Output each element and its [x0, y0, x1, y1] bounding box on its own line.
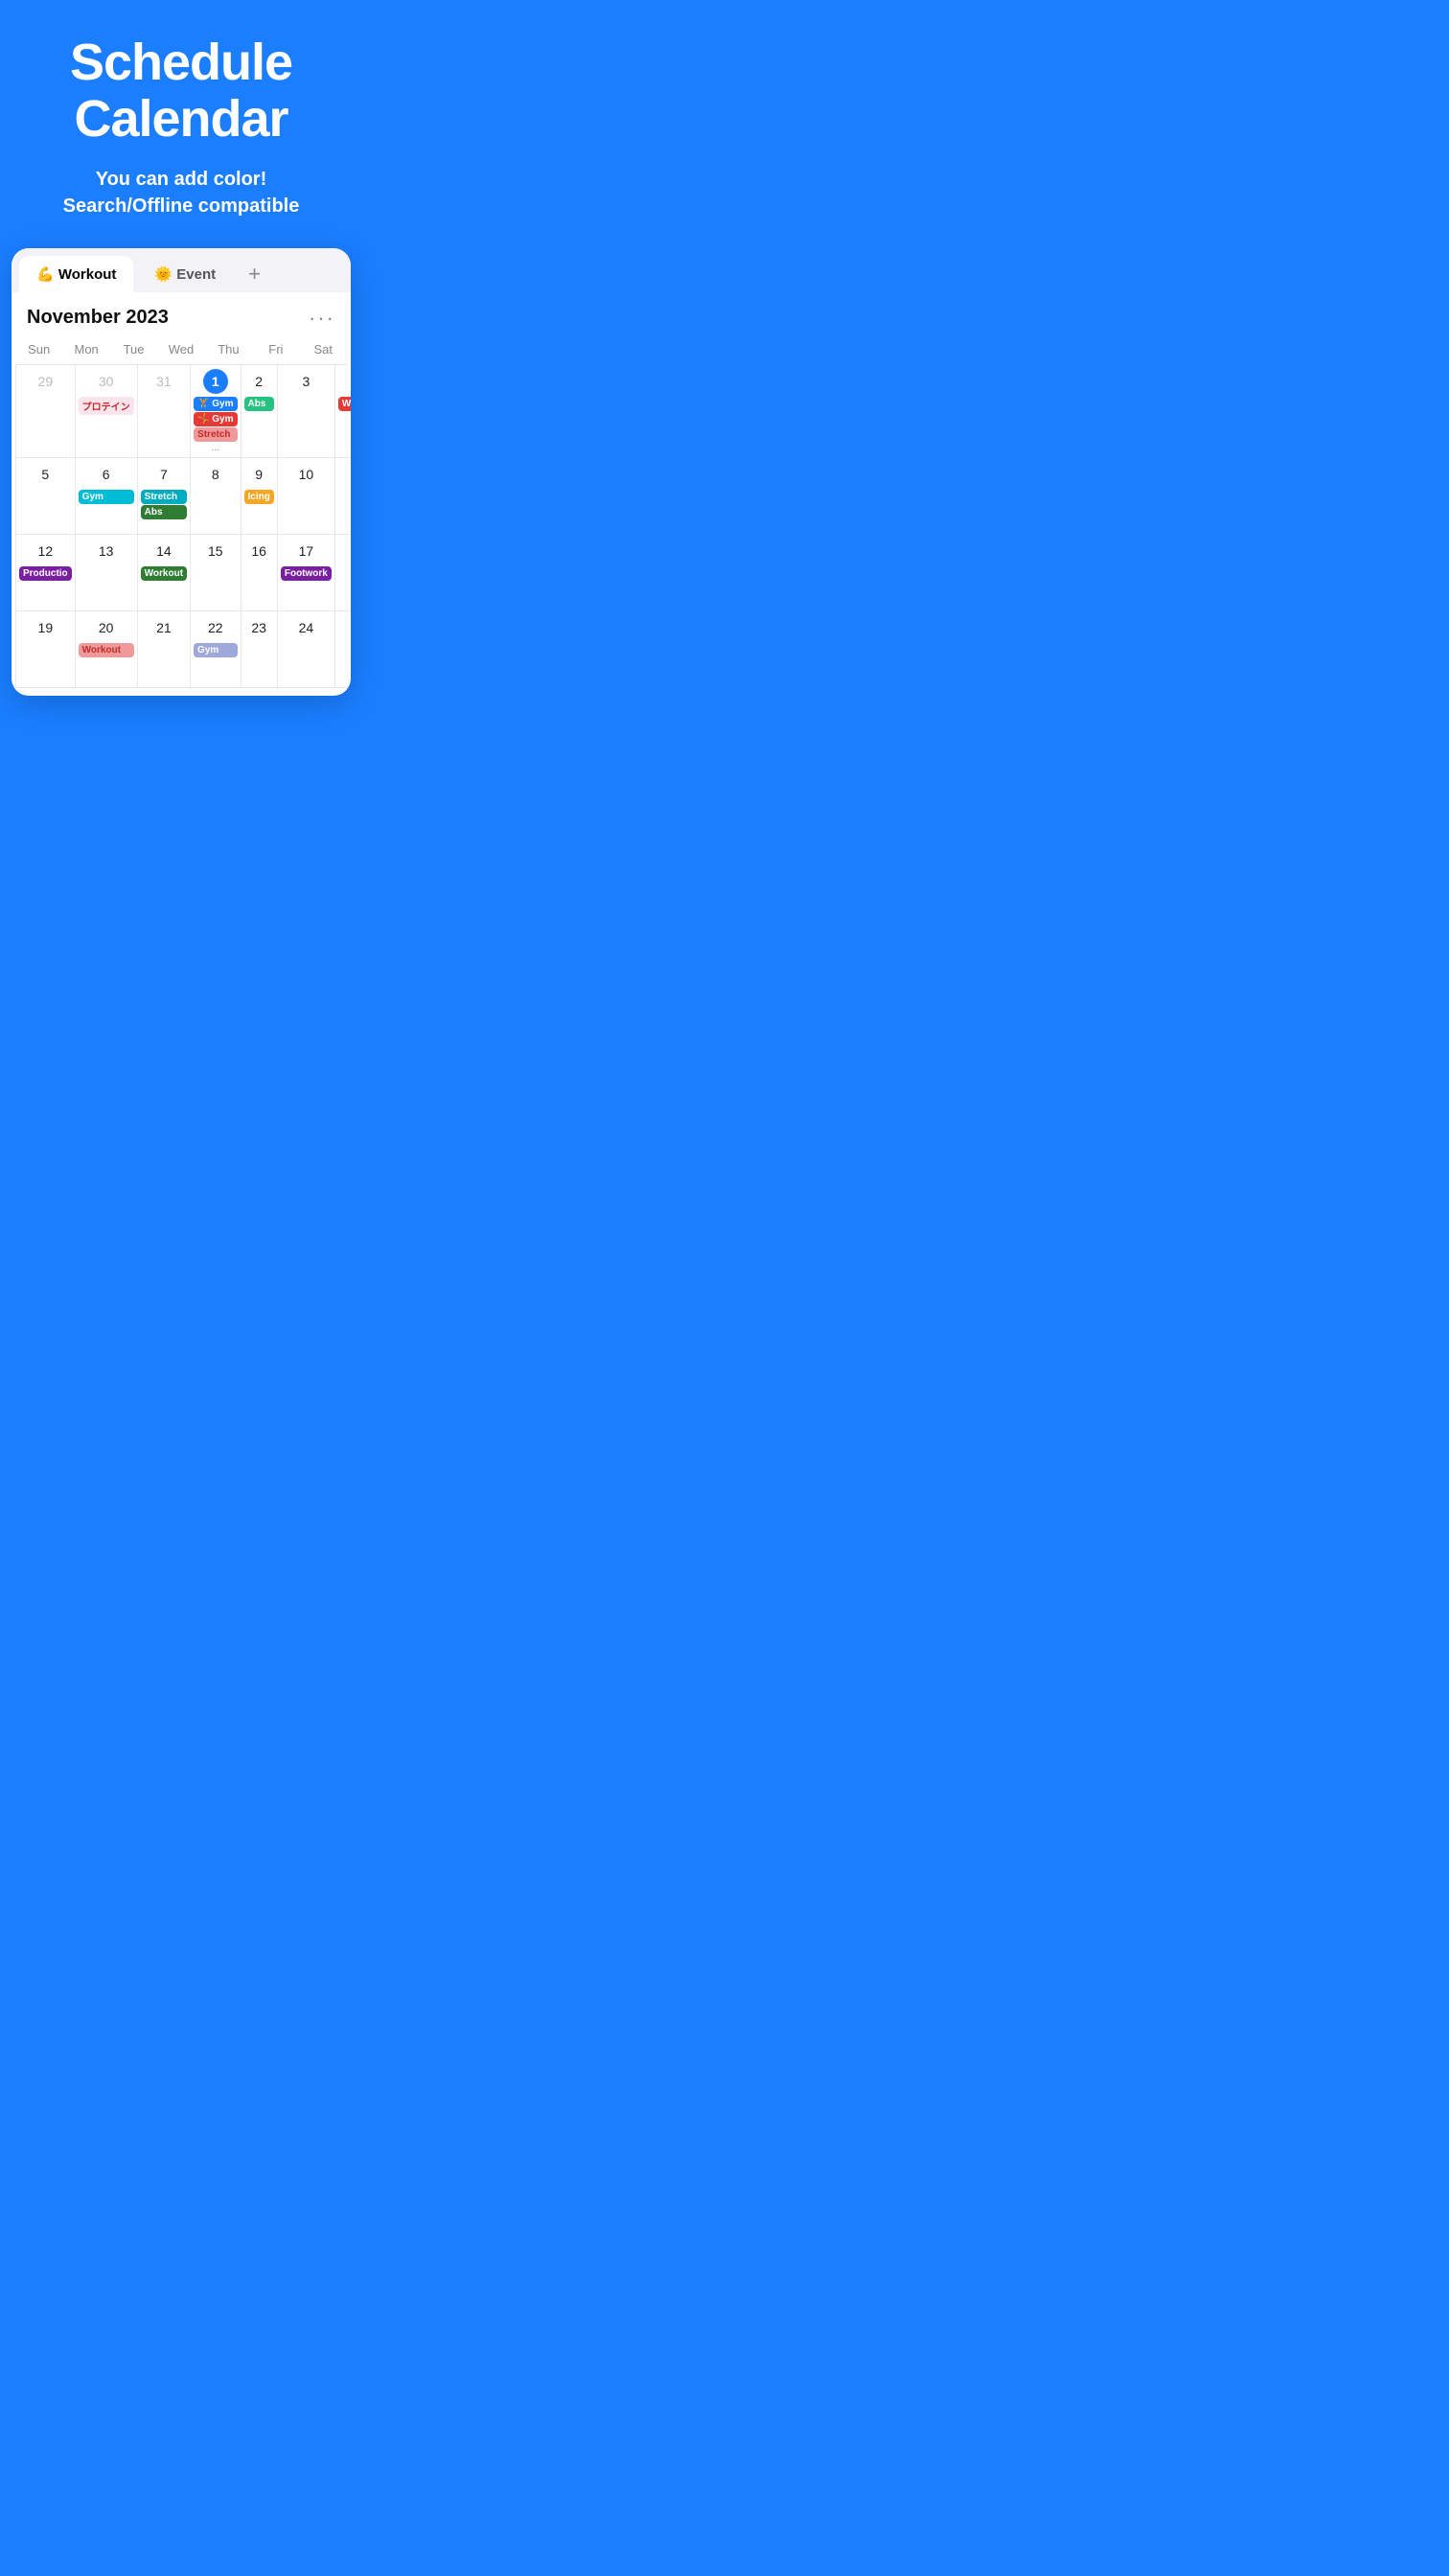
hero-subtitle: You can add color!Search/Offline compati… [19, 166, 343, 219]
date-18: 18 [349, 539, 351, 564]
event-stretch-7: Stretch [141, 490, 187, 504]
calendar-header: November 2023 ··· [12, 292, 351, 338]
day-header-mon: Mon [62, 338, 109, 364]
date-2: 2 [246, 369, 271, 394]
table-row[interactable]: 6 Gym [76, 458, 138, 535]
table-row[interactable]: 8 [191, 458, 241, 535]
event-stretch-1: Stretch [194, 427, 237, 442]
date-10: 10 [293, 462, 318, 487]
table-row[interactable]: 19 [16, 611, 76, 688]
date-24: 24 [293, 615, 318, 640]
day-header-sat: Sat [300, 338, 347, 364]
table-row[interactable]: 16 [242, 535, 278, 611]
event-footwork-17: Footwork [281, 566, 332, 581]
hero-section: ScheduleCalendar You can add color!Searc… [0, 0, 362, 248]
date-20: 20 [94, 615, 119, 640]
table-row[interactable]: 10 [278, 458, 335, 535]
date-29: 29 [33, 369, 58, 394]
date-30: 30 [94, 369, 119, 394]
date-17: 17 [293, 539, 318, 564]
tab-bar: 💪 Workout 🌞 Event + [12, 248, 351, 292]
table-row[interactable]: 30 プロテイン [76, 365, 138, 458]
table-row[interactable]: 11 [335, 458, 351, 535]
table-row[interactable]: 23 [242, 611, 278, 688]
date-12: 12 [33, 539, 58, 564]
day-header-wed: Wed [157, 338, 204, 364]
date-8: 8 [203, 462, 228, 487]
add-tab-button[interactable]: + [241, 260, 268, 288]
hero-title: ScheduleCalendar [19, 34, 343, 149]
date-1: 1 [203, 369, 228, 394]
table-row[interactable]: 7 Stretch Abs [138, 458, 191, 535]
calendar-more-button[interactable]: ··· [309, 306, 335, 331]
table-row[interactable]: 31 [138, 365, 191, 458]
event-abs-7: Abs [141, 505, 187, 519]
date-11: 11 [349, 462, 351, 487]
calendar-card: 💪 Workout 🌞 Event + November 2023 ··· Su… [12, 248, 351, 696]
table-row[interactable]: 20 Workout [76, 611, 138, 688]
date-23: 23 [246, 615, 271, 640]
date-9: 9 [246, 462, 271, 487]
date-7: 7 [151, 462, 176, 487]
table-row[interactable]: 25 [335, 611, 351, 688]
table-row[interactable]: 24 [278, 611, 335, 688]
date-4: 4 [349, 369, 351, 394]
event-more-indicator: ... [193, 443, 238, 453]
event-icing-9: Icing [244, 490, 274, 504]
event-workout-4: Workout [338, 397, 351, 411]
table-row[interactable]: 15 [191, 535, 241, 611]
table-row[interactable]: 13 [76, 535, 138, 611]
date-21: 21 [151, 615, 176, 640]
tab-event[interactable]: 🌞 Event [137, 256, 233, 292]
table-row[interactable]: 14 Workout [138, 535, 191, 611]
event-workout-20: Workout [79, 643, 134, 657]
table-row[interactable]: 2 Abs [242, 365, 278, 458]
event-abs-1: Abs [244, 397, 274, 411]
day-header-thu: Thu [205, 338, 252, 364]
event-gym-1: 🏋 Gym [194, 397, 237, 411]
day-headers-row: Sun Mon Tue Wed Thu Fri Sat [12, 338, 351, 364]
date-14: 14 [151, 539, 176, 564]
event-gym-2: 🤸 Gym [194, 412, 237, 426]
date-13: 13 [94, 539, 119, 564]
table-row[interactable]: 21 [138, 611, 191, 688]
date-19: 19 [33, 615, 58, 640]
table-row[interactable]: 18 [335, 535, 351, 611]
tab-workout[interactable]: 💪 Workout [19, 256, 133, 292]
day-header-sun: Sun [15, 338, 62, 364]
date-5: 5 [33, 462, 58, 487]
table-row[interactable]: 1 🏋 Gym 🤸 Gym Stretch ... [191, 365, 241, 458]
calendar-month-label: November 2023 [27, 307, 169, 329]
event-gym-22: Gym [194, 643, 237, 657]
date-3: 3 [293, 369, 318, 394]
table-row[interactable]: 17 Footwork [278, 535, 335, 611]
table-row[interactable]: 29 [16, 365, 76, 458]
table-row[interactable]: 12 Productio [16, 535, 76, 611]
date-22: 22 [203, 615, 228, 640]
date-31: 31 [151, 369, 176, 394]
event-workout-14: Workout [141, 566, 187, 581]
day-header-tue: Tue [110, 338, 157, 364]
date-25: 25 [349, 615, 351, 640]
table-row[interactable]: 22 Gym [191, 611, 241, 688]
date-6: 6 [94, 462, 119, 487]
event-protein: プロテイン [79, 397, 134, 415]
date-16: 16 [246, 539, 271, 564]
table-row[interactable]: 5 [16, 458, 76, 535]
table-row[interactable]: 3 [278, 365, 335, 458]
calendar-grid: 29 30 プロテイン 31 1 🏋 Gym 🤸 Gym Stretch ...… [15, 364, 347, 688]
event-production-12: Productio [19, 566, 72, 581]
event-gym-6: Gym [79, 490, 134, 504]
table-row[interactable]: 4 Workout [335, 365, 351, 458]
date-15: 15 [203, 539, 228, 564]
day-header-fri: Fri [252, 338, 299, 364]
table-row[interactable]: 9 Icing [242, 458, 278, 535]
